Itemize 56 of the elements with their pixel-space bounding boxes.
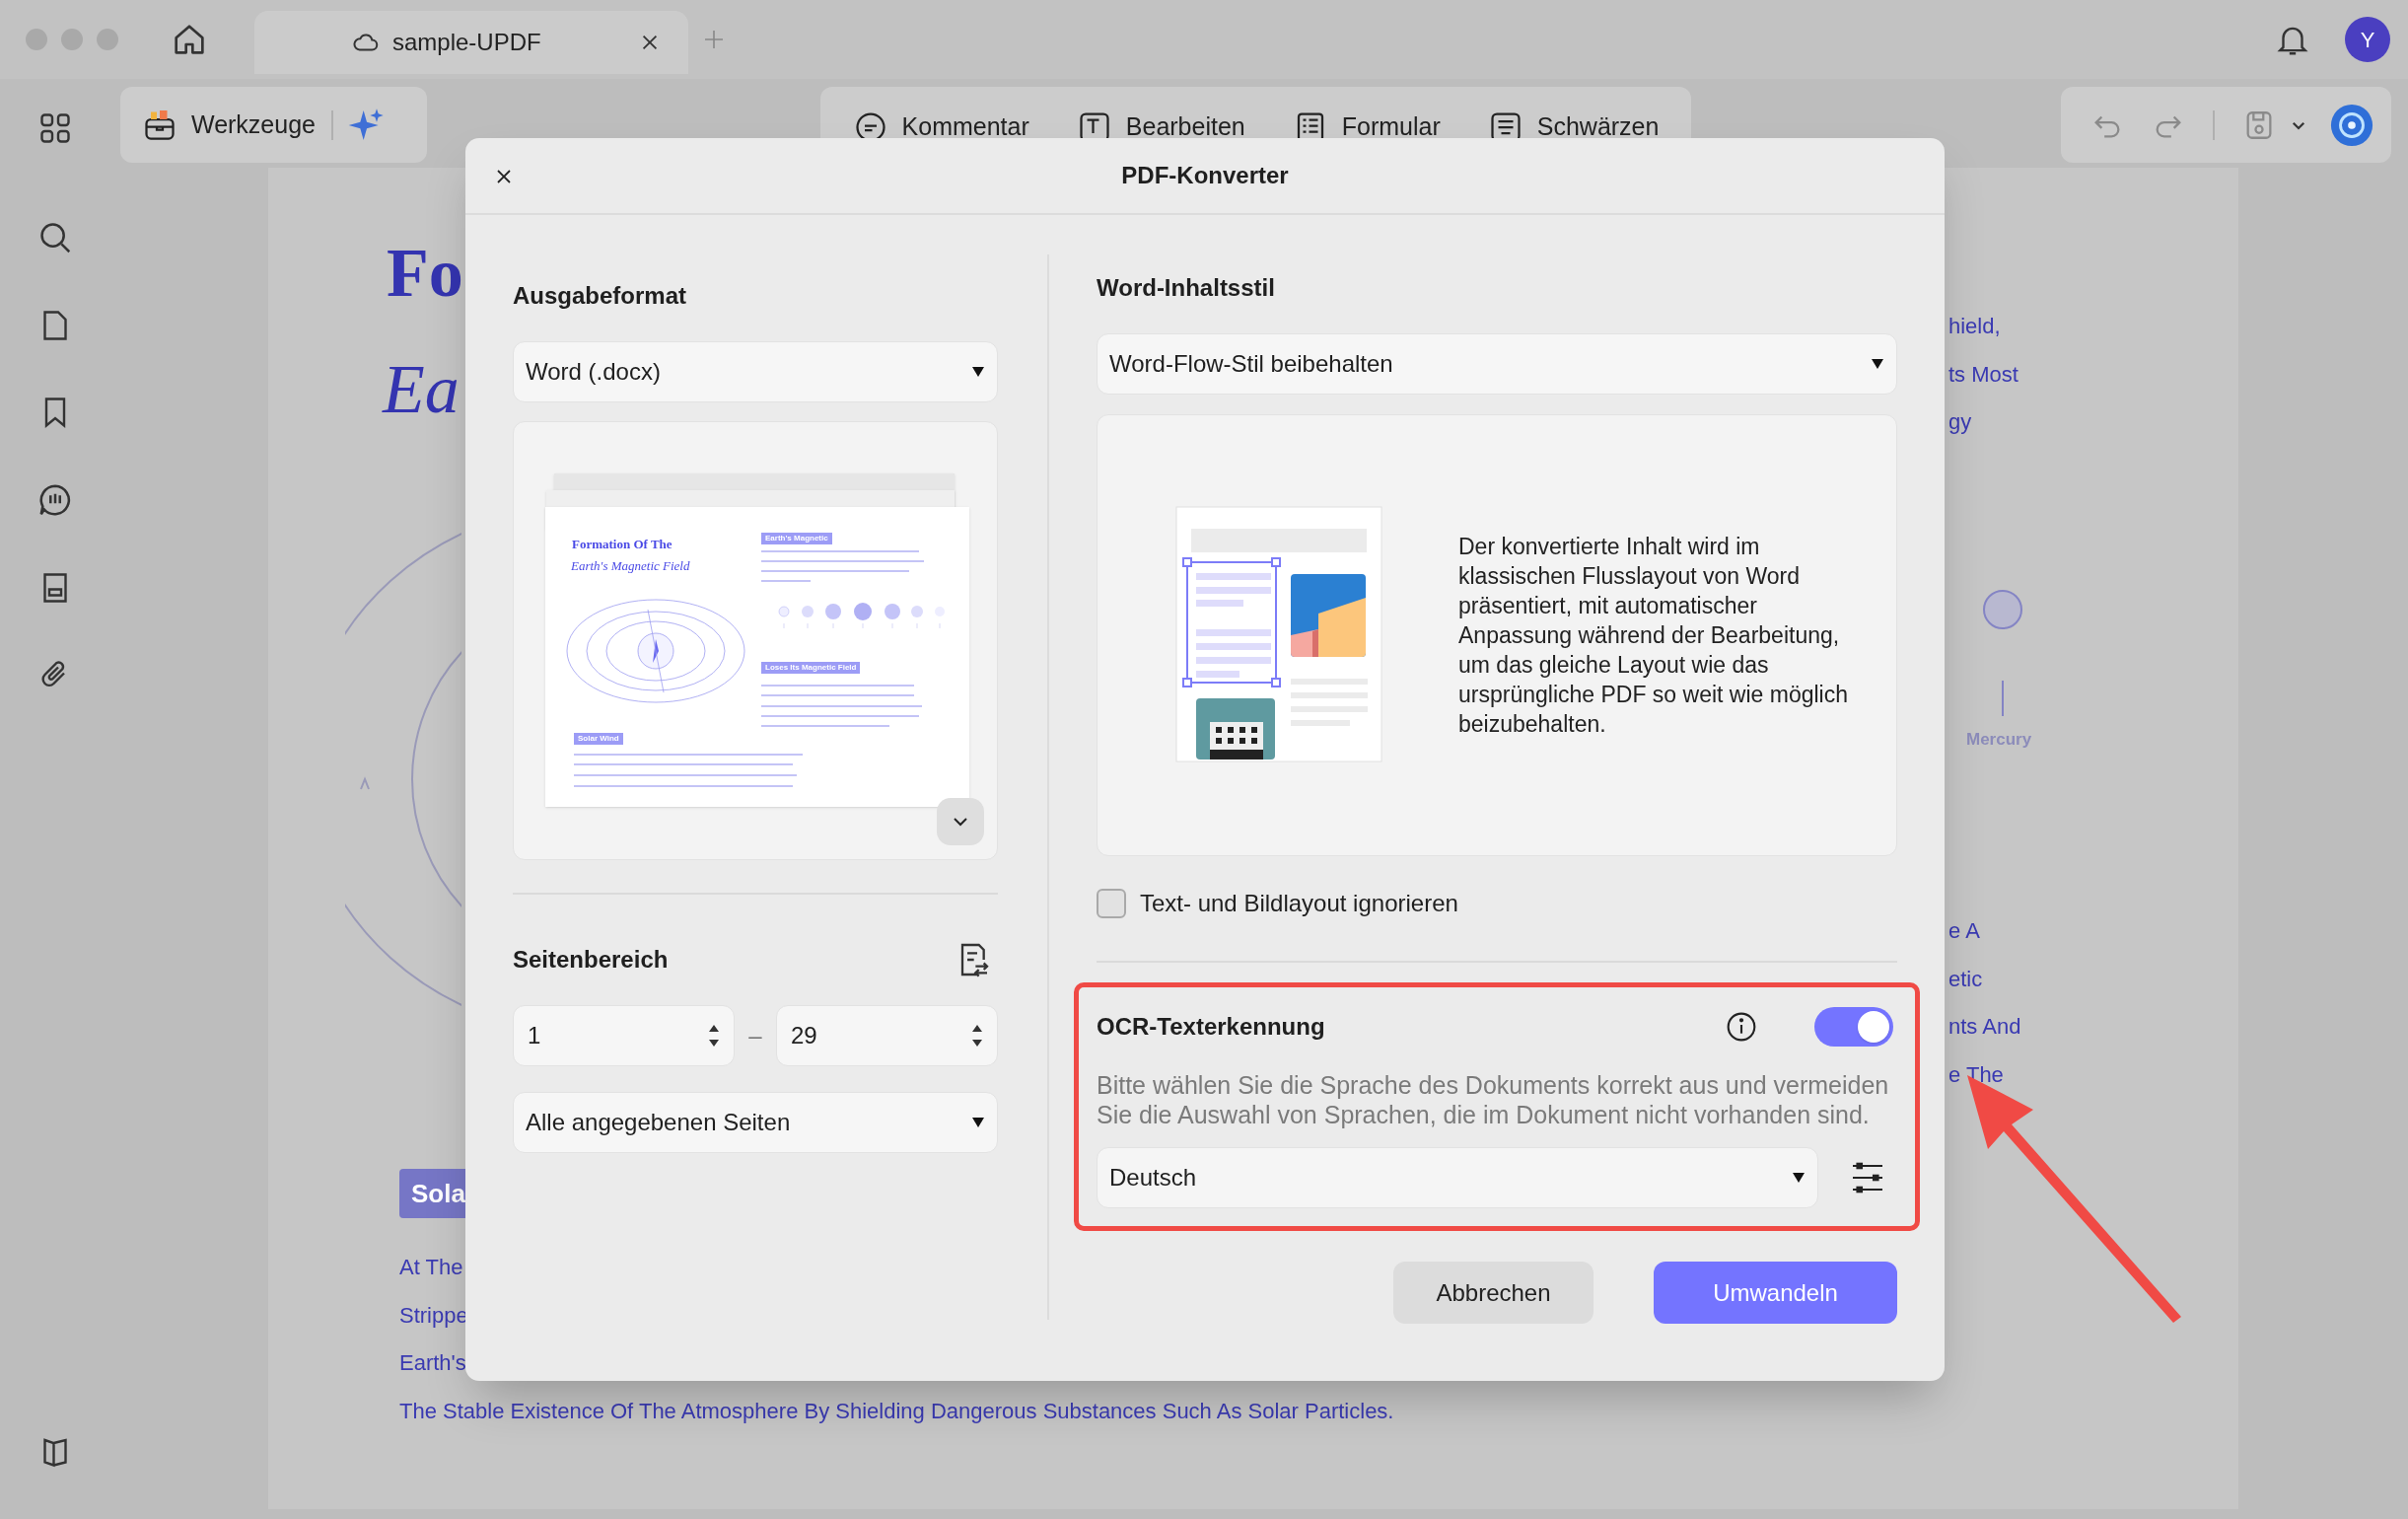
document-tab[interactable]: sample-UPDF bbox=[254, 11, 688, 74]
grid-icon[interactable] bbox=[37, 110, 73, 146]
document-text-line: nts And bbox=[1948, 1016, 2021, 1038]
document-text-line: hield, bbox=[1948, 316, 2001, 337]
caret-icon bbox=[1871, 358, 1884, 370]
document-text-line: Strippe bbox=[399, 1304, 468, 1327]
dialog-title: PDF-Konverter bbox=[1121, 161, 1289, 190]
cancel-button[interactable]: Abbrechen bbox=[1393, 1262, 1594, 1324]
checkbox-label: Text- und Bildlayout ignorieren bbox=[1140, 889, 1458, 918]
caret-icon bbox=[1792, 1172, 1806, 1184]
format-dropdown[interactable]: Word (.docx) bbox=[513, 341, 998, 402]
document-text-line: e The bbox=[1948, 1063, 2004, 1086]
page-to-field[interactable]: 29 bbox=[776, 1005, 998, 1066]
planet-icon bbox=[1982, 589, 2023, 630]
thumbnail-tag: Loses Its Magnetic Field bbox=[761, 662, 861, 674]
convert-button[interactable]: Umwandeln bbox=[1654, 1262, 1897, 1324]
section-heading: Word-Inhaltsstil bbox=[1097, 273, 1276, 303]
page-from-field[interactable]: 1 bbox=[513, 1005, 735, 1066]
toolbar-tab[interactable]: Formular bbox=[1292, 108, 1441, 146]
thumbnail-tag: Earth's Magnetic bbox=[761, 533, 832, 544]
section-heading: Seitenbereich bbox=[513, 945, 669, 975]
document-text-line: gy bbox=[1948, 411, 1972, 433]
document-text-line: The Stable Existence Of The Atmosphere By Shielding Dangerous Substances Such As Solar Particles. bbox=[399, 1400, 1394, 1422]
document-text-line: etic bbox=[1948, 968, 1983, 990]
assistant-logo-icon[interactable] bbox=[2329, 102, 2374, 148]
caret-icon bbox=[971, 366, 985, 378]
stepper-icon[interactable] bbox=[971, 1023, 983, 1049]
user-avatar[interactable]: Y bbox=[2345, 17, 2390, 62]
range-separator: – bbox=[747, 1021, 763, 1050]
content-style-dropdown[interactable]: Word-Flow-Stil beibehalten bbox=[1097, 333, 1897, 395]
checkbox[interactable] bbox=[1097, 889, 1126, 918]
document-text-line: e A bbox=[1948, 920, 1980, 942]
caret-icon bbox=[971, 1117, 985, 1128]
document-text-line: Earth's bbox=[399, 1352, 466, 1374]
tools-button[interactable]: Werkzeuge bbox=[142, 106, 316, 144]
info-icon[interactable] bbox=[1726, 1011, 1757, 1043]
stepper-icon[interactable] bbox=[708, 1023, 720, 1049]
style-description: Der konvertierte Inhalt wird im klassischen Flusslayout von Word präsentiert, mit automatischer Anpassung während der Bearbeitung, um das gleiche Layout wie das ursprüngliche PDF so weit wie möglich beizubehalten. bbox=[1458, 533, 1849, 739]
pages-dropdown[interactable]: Alle angegebenen Seiten bbox=[513, 1092, 998, 1153]
sliders-icon[interactable] bbox=[1850, 1160, 1885, 1195]
close-icon[interactable] bbox=[495, 168, 513, 185]
document-title: Fo bbox=[387, 239, 463, 308]
section-heading: OCR-Texterkennung bbox=[1097, 1012, 1325, 1042]
document-text-line: ts Most bbox=[1948, 363, 2018, 386]
planet-label: Mercury bbox=[1966, 729, 2032, 751]
thumbnail-tag: Solar Wind bbox=[574, 733, 623, 745]
thumbnail-title: Formation Of The bbox=[572, 536, 673, 553]
tab-title: sample-UPDF bbox=[392, 28, 541, 57]
language-dropdown[interactable]: Deutsch bbox=[1097, 1147, 1818, 1208]
document-text-line: At The bbox=[399, 1257, 463, 1278]
toolbar-tab[interactable]: Kommentar bbox=[852, 108, 1029, 146]
section-heading: Ausgabeformat bbox=[513, 281, 688, 311]
ocr-toggle[interactable] bbox=[1814, 1007, 1893, 1047]
document-subtitle: Ea bbox=[383, 355, 460, 424]
ocr-hint: Bitte wählen Sie die Sprache des Dokuments korrekt aus und vermeiden Sie die Auswahl von Sprachen, die im Dokument nicht vorhanden sind. bbox=[1097, 1070, 1890, 1129]
thumbnail-subtitle: Earth's Magnetic Field bbox=[571, 557, 690, 575]
